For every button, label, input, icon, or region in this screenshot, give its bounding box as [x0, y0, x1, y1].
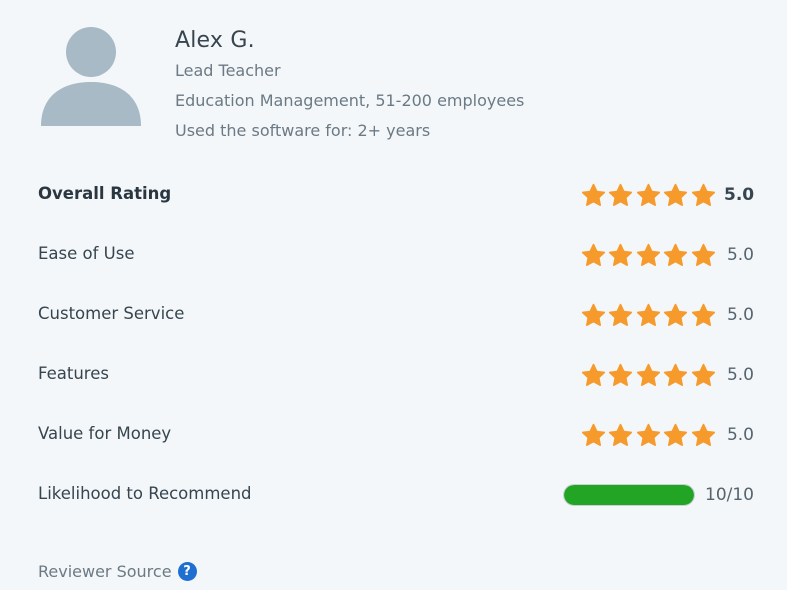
rating-value: 5.0 [726, 245, 754, 265]
star-rating [581, 423, 719, 448]
star-icon [581, 423, 605, 446]
avatar-icon [41, 27, 141, 126]
recommend-score: 10/10 [563, 480, 754, 510]
reviewer-company: Education Management, 51-200 employees [175, 91, 525, 110]
star-icon [691, 423, 715, 446]
rating-label: Likelihood to Recommend [38, 484, 252, 503]
star-icon [636, 363, 660, 386]
recommend-progress-fill [564, 485, 694, 505]
star-icon [691, 183, 715, 206]
rating-row-ease-of-use: Ease of Use 5.0 [38, 225, 754, 285]
rating-score: 5.0 [581, 420, 754, 450]
star-icon [636, 303, 660, 326]
star-icon [608, 363, 633, 386]
rating-value: 5.0 [726, 425, 754, 445]
star-icon [663, 183, 688, 206]
rating-score: 5.0 [581, 240, 754, 270]
rating-score: 5.0 [581, 360, 754, 390]
star-icon [581, 243, 605, 266]
star-icon [691, 243, 715, 266]
rating-label: Value for Money [38, 424, 172, 443]
reviewer-role: Lead Teacher [175, 61, 281, 80]
star-icon [663, 423, 688, 446]
ratings-list: Overall Rating 5.0 Ease of Use 5.0 Custo… [38, 165, 754, 525]
star-icon [663, 243, 688, 266]
rating-score: 5.0 [581, 300, 754, 330]
rating-row-customer-service: Customer Service 5.0 [38, 285, 754, 345]
reviewer-usage: Used the software for: 2+ years [175, 121, 431, 140]
rating-row-likelihood: Likelihood to Recommend 10/10 [38, 465, 754, 525]
star-icon [608, 303, 633, 326]
reviewer-card: Alex G. Lead Teacher Education Managemen… [40, 26, 740, 156]
star-rating [581, 183, 719, 208]
rating-value: 5.0 [724, 185, 755, 205]
recommend-value: 10/10 [705, 485, 754, 505]
star-rating [581, 243, 719, 268]
star-icon [608, 243, 633, 266]
rating-label: Ease of Use [38, 244, 135, 263]
star-rating [581, 363, 719, 388]
star-icon [636, 183, 660, 206]
rating-label: Overall Rating [38, 184, 172, 203]
star-icon [663, 363, 688, 386]
rating-label: Customer Service [38, 304, 185, 323]
rating-row-overall: Overall Rating 5.0 [38, 165, 754, 225]
star-icon [608, 183, 633, 206]
star-icon [636, 423, 660, 446]
rating-value: 5.0 [726, 365, 754, 385]
star-icon [581, 303, 605, 326]
star-icon [636, 243, 660, 266]
star-icon [691, 303, 715, 326]
star-icon [691, 363, 715, 386]
question-mark-icon[interactable]: ? [177, 562, 197, 581]
reviewer-source-label: Reviewer Source [38, 562, 172, 581]
star-rating [581, 303, 719, 328]
rating-value: 5.0 [726, 305, 754, 325]
rating-score: 5.0 [581, 180, 755, 210]
rating-label: Features [38, 364, 109, 383]
reviewer-source: Reviewer Source ? [38, 562, 197, 581]
rating-row-value-for-money: Value for Money 5.0 [38, 405, 754, 465]
star-icon [663, 303, 688, 326]
star-icon [608, 423, 633, 446]
rating-row-features: Features 5.0 [38, 345, 754, 405]
recommend-progress-bar [563, 484, 695, 506]
reviewer-info: Alex G. Lead Teacher Education Managemen… [175, 26, 524, 146]
star-icon [581, 183, 605, 206]
star-icon [581, 363, 605, 386]
reviewer-name: Alex G. [175, 28, 255, 53]
